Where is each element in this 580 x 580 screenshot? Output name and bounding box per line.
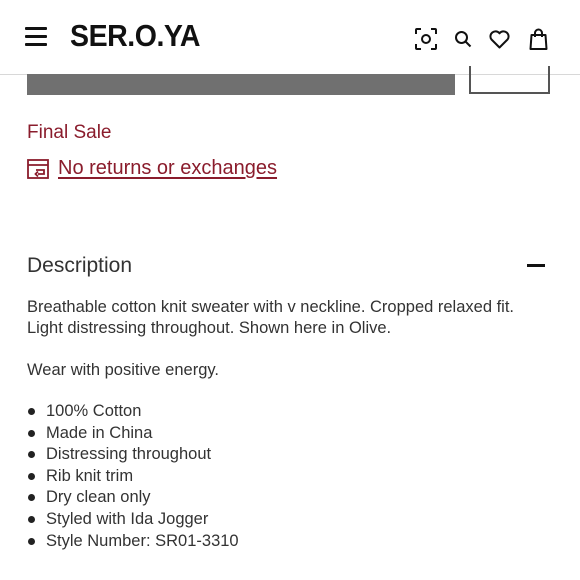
description-tagline: Wear with positive energy.: [27, 361, 219, 379]
description-heading[interactable]: Description: [27, 254, 132, 278]
final-sale-label: Final Sale: [27, 122, 112, 143]
returns-policy-text[interactable]: No returns or exchanges: [58, 157, 277, 180]
description-paragraph: Breathable cotton knit sweater with v ne…: [27, 298, 515, 337]
visual-search-icon[interactable]: [414, 27, 438, 51]
product-details-list: 100% Cotton Made in China Distressing th…: [27, 401, 239, 552]
brand-logo[interactable]: SER.O.YA: [70, 18, 200, 54]
heart-icon[interactable]: [489, 30, 510, 49]
list-item: Rib knit trim: [27, 466, 239, 488]
secondary-action-button[interactable]: [469, 66, 550, 94]
shopping-bag-icon[interactable]: [529, 28, 548, 50]
top-header: SER.O.YA: [0, 0, 580, 75]
list-item: Dry clean only: [27, 487, 239, 509]
collapse-minus-icon[interactable]: [527, 264, 545, 267]
receipt-icon: [27, 158, 49, 179]
returns-policy-link[interactable]: No returns or exchanges: [27, 157, 277, 180]
list-item: Distressing throughout: [27, 444, 239, 466]
menu-icon[interactable]: [25, 27, 49, 49]
search-icon[interactable]: [454, 30, 472, 48]
list-item: Made in China: [27, 423, 239, 445]
list-item: Styled with Ida Jogger: [27, 509, 239, 531]
add-to-bag-button[interactable]: [27, 74, 455, 95]
list-item: Style Number: SR01-3310: [27, 531, 239, 553]
list-item: 100% Cotton: [27, 401, 239, 423]
